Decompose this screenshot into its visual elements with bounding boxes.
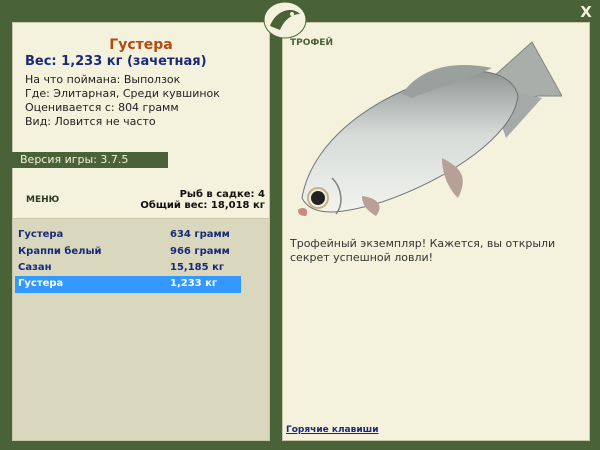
fish-name: Густера	[109, 37, 173, 53]
trophy-text: Трофейный экземпляр! Кажется, вы открыли…	[290, 237, 556, 264]
catch-weight: 1,233 кг	[170, 278, 218, 289]
close-icon[interactable]: X	[578, 4, 594, 20]
keepnet-total: Общий вес: 18,018 кг	[140, 200, 265, 211]
location-info: Где: Элитарная, Среди кувшинок	[25, 87, 220, 100]
catch-weight: 634 грамм	[170, 229, 230, 240]
catch-row[interactable]: Сазан 15,185 кг	[15, 260, 241, 277]
catch-name: Краппи белый	[18, 246, 102, 257]
bait-info: На что поймана: Выползок	[25, 73, 181, 86]
keepnet-count: Рыб в садке: 4	[179, 189, 265, 200]
keepnet-summary: Рыб в садке: 4 Общий вес: 18,018 кг	[65, 189, 265, 211]
catch-row-selected[interactable]: Густера 1,233 кг	[15, 276, 241, 293]
hotkeys-link[interactable]: Горячие клавиши	[286, 425, 379, 435]
catch-weight: 15,185 кг	[170, 262, 225, 273]
catch-row[interactable]: Краппи белый 966 грамм	[15, 244, 241, 261]
catch-name: Густера	[18, 278, 64, 289]
catch-weight: 966 грамм	[170, 246, 230, 257]
valued-from-info: Оценивается с: 804 грамм	[25, 101, 179, 114]
catch-row[interactable]: Густера 634 грамм	[15, 227, 241, 244]
game-window: Густера Вес: 1,233 кг (зачетная) На что …	[0, 0, 600, 450]
fish-weight: Вес: 1,233 кг (зачетная)	[25, 54, 207, 69]
fish-image	[298, 41, 562, 216]
frequency-info: Вид: Ловится не часто	[25, 115, 156, 128]
catch-name: Сазан	[18, 262, 52, 273]
catch-name: Густера	[18, 229, 64, 240]
menu-label[interactable]: МЕНЮ	[26, 195, 59, 205]
game-version: Версия игры: 3.7.5	[12, 152, 168, 168]
fish-logo-icon	[263, 1, 307, 39]
